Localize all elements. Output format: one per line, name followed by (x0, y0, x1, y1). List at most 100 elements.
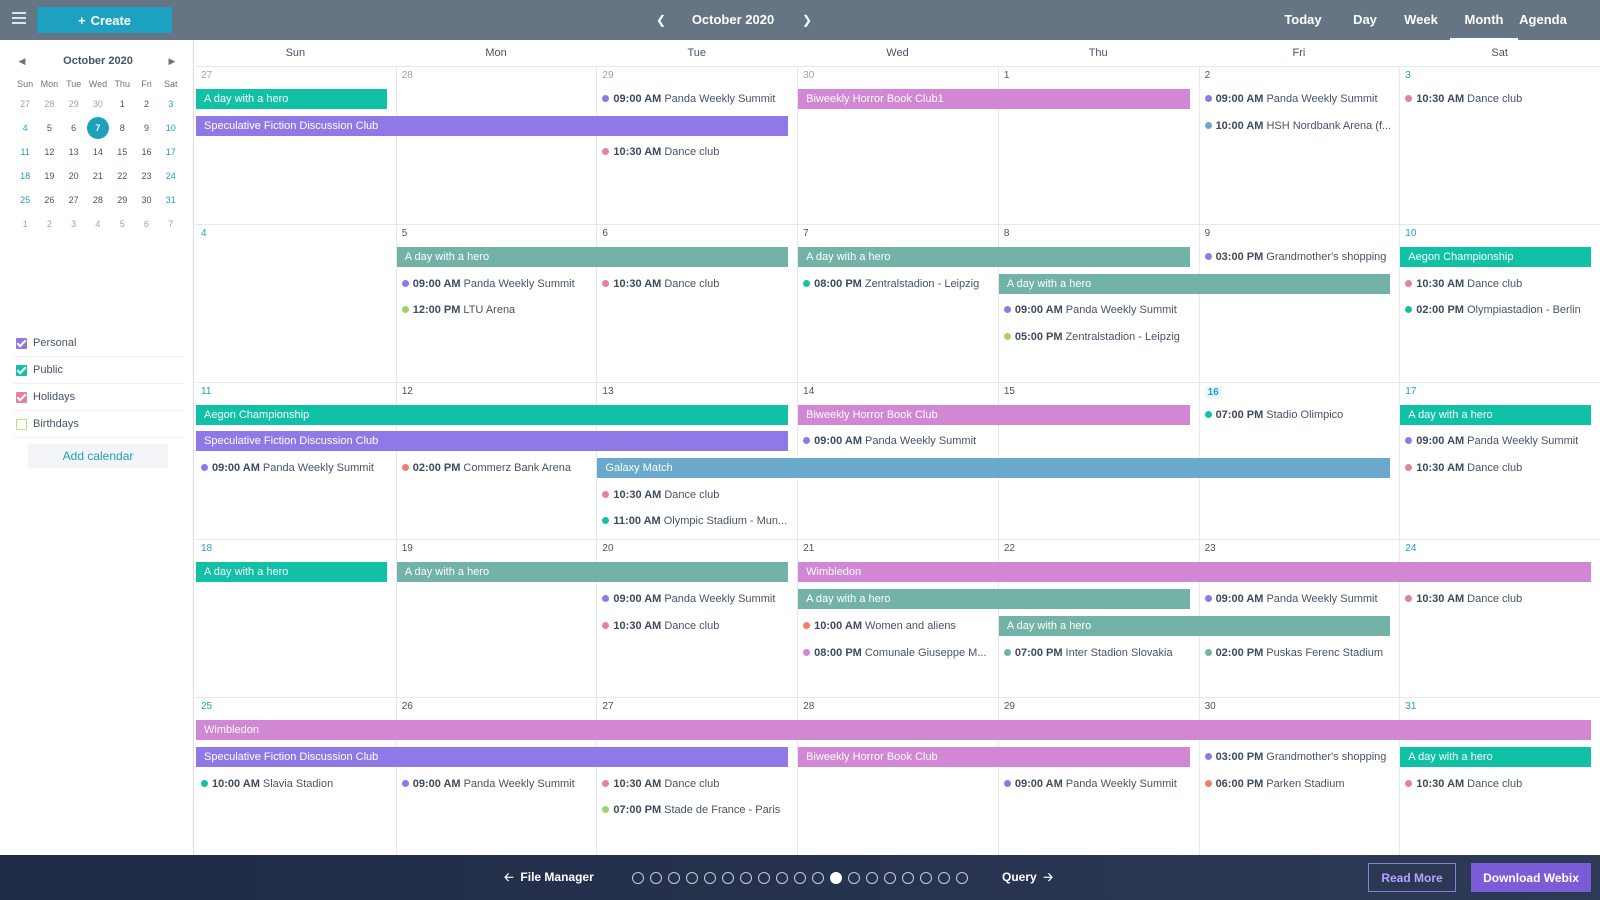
mini-day[interactable]: 5 (37, 123, 61, 133)
multi-day-event[interactable]: Biweekly Horror Book Club (798, 404, 1190, 425)
view-mode-day[interactable]: Day (1345, 0, 1385, 40)
checkbox-icon[interactable] (16, 391, 27, 403)
mini-day[interactable]: 30 (134, 195, 158, 205)
pagination-dot[interactable] (920, 872, 932, 884)
event-item[interactable]: 07:00 PM Stade de France - Paris (602, 802, 791, 818)
day-number[interactable]: 3 (1405, 70, 1411, 81)
mini-day[interactable]: 15 (110, 147, 134, 157)
event-item[interactable]: 09:00 AM Panda Weekly Summit (602, 91, 791, 107)
day-number[interactable]: 16 (1204, 385, 1222, 399)
event-item[interactable]: 10:30 AM Dance club (602, 618, 791, 634)
event-item[interactable]: 06:00 PM Parken Stadium (1204, 776, 1394, 792)
event-item[interactable]: 07:00 PM Inter Stadion Slovakia (1003, 645, 1193, 661)
day-number[interactable]: 2 (1205, 70, 1211, 81)
pagination-dot[interactable] (758, 872, 770, 884)
event-item[interactable]: 09:00 AM Panda Weekly Summit (401, 776, 591, 792)
day-number[interactable]: 14 (803, 386, 814, 397)
multi-day-event[interactable]: Speculative Fiction Discussion Club (196, 115, 789, 136)
event-item[interactable]: 10:30 AM Dance club (602, 487, 791, 503)
event-item[interactable]: 10:30 AM Dance club (1405, 276, 1594, 292)
day-number[interactable]: 24 (1405, 543, 1416, 554)
mini-day[interactable]: 28 (37, 99, 61, 109)
mini-day[interactable]: 26 (37, 195, 61, 205)
pagination-dot[interactable] (938, 872, 950, 884)
event-item[interactable]: 10:00 AM HSH Nordbank Arena (f... (1204, 118, 1394, 134)
day-number[interactable]: 17 (1405, 386, 1416, 397)
event-item[interactable]: 10:30 AM Dance club (1405, 776, 1594, 792)
pagination-dot[interactable] (686, 872, 698, 884)
day-number[interactable]: 27 (201, 70, 212, 81)
day-number[interactable]: 15 (1004, 386, 1015, 397)
event-item[interactable]: 10:30 AM Dance club (1405, 591, 1594, 607)
multi-day-event[interactable]: Aegon Championship (1400, 246, 1591, 267)
event-item[interactable]: 10:30 AM Dance club (602, 276, 791, 292)
next-month-button[interactable]: ❯ (797, 10, 817, 30)
event-item[interactable]: 09:00 AM Panda Weekly Summit (1204, 91, 1394, 107)
mini-day[interactable]: 1 (110, 99, 134, 109)
day-number[interactable]: 21 (803, 543, 814, 554)
pagination-dot[interactable] (812, 872, 824, 884)
mini-day[interactable]: 17 (159, 147, 183, 157)
mini-day[interactable]: 7 (159, 219, 183, 229)
mini-day[interactable]: 25 (13, 195, 37, 205)
pagination-dot[interactable] (848, 872, 860, 884)
multi-day-event[interactable]: Biweekly Horror Book Club1 (798, 89, 1190, 109)
mini-day[interactable]: 18 (13, 171, 37, 181)
mini-day[interactable]: 5 (110, 219, 134, 229)
mini-day[interactable]: 8 (110, 123, 134, 133)
event-item[interactable]: 09:00 AM Panda Weekly Summit (201, 460, 390, 476)
menu-icon[interactable] (12, 12, 26, 26)
day-number[interactable]: 28 (402, 70, 413, 81)
mini-day[interactable]: 30 (86, 99, 110, 109)
mini-day[interactable]: 6 (62, 123, 86, 133)
pagination-dot[interactable] (884, 872, 896, 884)
mini-next-icon[interactable]: ▶ (165, 54, 179, 68)
pagination-dot[interactable] (956, 872, 968, 884)
event-item[interactable]: 02:00 PM Puskas Ferenc Stadium (1204, 645, 1394, 661)
mini-day[interactable]: 29 (62, 99, 86, 109)
calendar-item-holidays[interactable]: Holidays (13, 384, 183, 411)
view-mode-today[interactable]: Today (1275, 0, 1331, 40)
multi-day-event[interactable]: Wimbledon (196, 720, 1591, 741)
pagination-dot[interactable] (740, 872, 752, 884)
calendar-item-birthdays[interactable]: Birthdays (13, 411, 183, 438)
mini-day[interactable]: 13 (62, 147, 86, 157)
mini-day[interactable]: 11 (13, 147, 37, 157)
pagination-dot[interactable] (794, 872, 806, 884)
event-item[interactable]: 02:00 PM Commerz Bank Arena (401, 460, 591, 476)
event-item[interactable]: 03:00 PM Grandmother's shopping (1204, 249, 1394, 265)
pagination-dot[interactable] (650, 872, 662, 884)
event-item[interactable]: 02:00 PM Olympiastadion - Berlin (1405, 302, 1594, 318)
checkbox-icon[interactable] (16, 364, 27, 376)
mini-day[interactable]: 28 (86, 195, 110, 205)
mini-day[interactable]: 12 (37, 147, 61, 157)
multi-day-event[interactable]: A day with a hero (998, 615, 1391, 636)
multi-day-event[interactable]: A day with a hero (396, 562, 789, 583)
mini-day[interactable]: 10 (159, 123, 183, 133)
event-item[interactable]: 09:00 AM Panda Weekly Summit (1003, 302, 1193, 318)
mini-day[interactable]: 2 (134, 99, 158, 109)
day-number[interactable]: 10 (1405, 228, 1416, 239)
day-number[interactable]: 11 (201, 386, 211, 397)
event-item[interactable]: 08:00 PM Zentralstadion - Leipzig (803, 276, 992, 292)
event-item[interactable]: 10:00 AM Slavia Stadion (201, 776, 390, 792)
mini-day[interactable]: 16 (134, 147, 158, 157)
day-number[interactable]: 9 (1205, 228, 1211, 239)
mini-day[interactable]: 9 (134, 123, 158, 133)
mini-day[interactable]: 3 (159, 99, 183, 109)
day-number[interactable]: 4 (201, 228, 207, 239)
multi-day-event[interactable]: A day with a hero (396, 246, 789, 267)
event-item[interactable]: 07:00 PM Stadio Olimpico (1204, 407, 1394, 423)
mini-day[interactable]: 24 (159, 171, 183, 181)
view-mode-week[interactable]: Week (1396, 0, 1446, 40)
event-item[interactable]: 10:30 AM Dance club (602, 776, 791, 792)
multi-day-event[interactable]: A day with a hero (798, 589, 1190, 610)
pagination-dot[interactable] (902, 872, 914, 884)
event-item[interactable]: 08:00 PM Comunale Giuseppe M... (803, 645, 992, 661)
calendar-item-personal[interactable]: Personal (13, 330, 183, 357)
day-number[interactable]: 29 (1004, 701, 1015, 712)
day-number[interactable]: 18 (201, 543, 212, 554)
mini-day-selected[interactable]: 7 (86, 117, 110, 139)
event-item[interactable]: 10:30 AM Dance club (1405, 460, 1594, 476)
event-item[interactable]: 09:00 AM Panda Weekly Summit (1405, 433, 1594, 449)
